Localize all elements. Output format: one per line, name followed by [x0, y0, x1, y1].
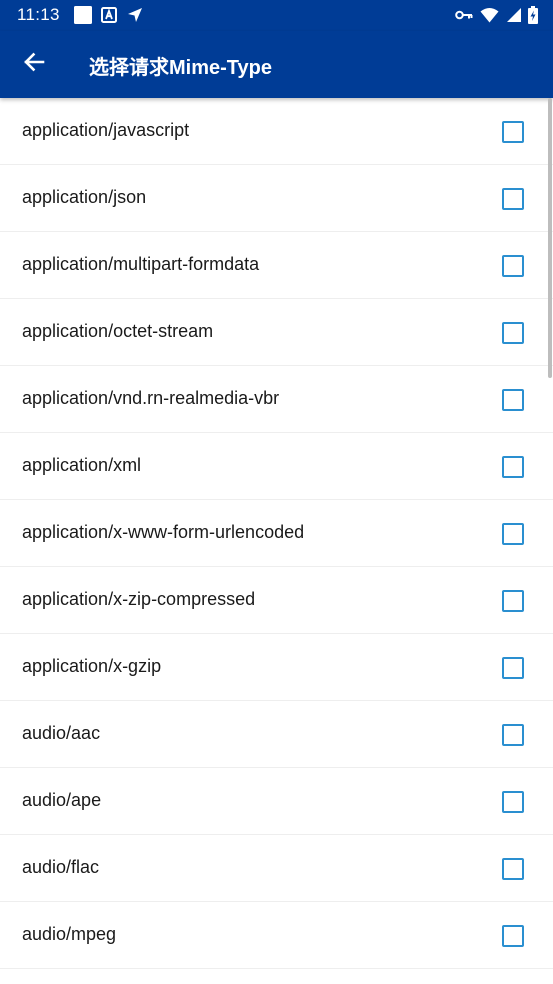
mime-type-checkbox[interactable]: [502, 121, 524, 143]
status-left-icons: [74, 6, 144, 29]
status-bar: 11:13: [0, 0, 553, 31]
list-item[interactable]: application/octet-stream: [0, 299, 553, 366]
mime-type-label: application/vnd.rn-realmedia-vbr: [22, 388, 280, 408]
list-item[interactable]: application/javascript: [0, 98, 553, 165]
mime-type-checkbox[interactable]: [502, 724, 524, 746]
mime-type-checkbox[interactable]: [502, 456, 524, 478]
mime-type-checkbox[interactable]: [502, 791, 524, 813]
mime-type-label: application/javascript: [22, 120, 190, 140]
mime-type-label: audio/flac: [22, 857, 100, 877]
mime-type-label: application/multipart-formdata: [22, 254, 260, 274]
status-time: 11:13: [17, 5, 60, 24]
mime-type-label: application/xml: [22, 455, 142, 475]
mime-type-label: application/x-gzip: [22, 656, 162, 676]
signal-icon: [506, 7, 521, 28]
arrow-left-icon: [23, 51, 45, 78]
font-a-icon: [101, 7, 117, 28]
wifi-icon: [480, 7, 499, 28]
list-item[interactable]: application/vnd.rn-realmedia-vbr: [0, 366, 553, 433]
mime-type-checkbox[interactable]: [502, 389, 524, 411]
mime-type-label: audio/mpeg: [22, 924, 117, 944]
scrollbar[interactable]: [548, 98, 552, 378]
back-button[interactable]: [16, 46, 52, 82]
mime-type-checkbox[interactable]: [502, 255, 524, 277]
mime-type-checkbox[interactable]: [502, 858, 524, 880]
list-item[interactable]: application/json: [0, 165, 553, 232]
mime-type-list: application/javascript application/json ap…: [0, 98, 553, 984]
list-item[interactable]: application/x-gzip: [0, 634, 553, 701]
list-item[interactable]: audio/aac: [0, 701, 553, 768]
list-item[interactable]: application/x-zip-compressed: [0, 567, 553, 634]
mime-type-label: application/x-zip-compressed: [22, 589, 256, 609]
location-arrow-icon: [126, 6, 144, 29]
list-item[interactable]: application/xml: [0, 433, 553, 500]
mime-type-checkbox[interactable]: [502, 590, 524, 612]
mime-type-checkbox[interactable]: [502, 657, 524, 679]
battery-charging-icon: [528, 6, 538, 29]
app-bar: 选择请求Mime-Type: [0, 31, 553, 98]
vpn-key-icon: [455, 8, 473, 27]
list-item[interactable]: audio/ape: [0, 768, 553, 835]
mime-type-checkbox[interactable]: [502, 188, 524, 210]
mime-type-checkbox[interactable]: [502, 322, 524, 344]
mime-type-label: audio/aac: [22, 723, 101, 743]
status-right-icons: [455, 6, 538, 29]
mime-type-label: audio/ape: [22, 790, 102, 810]
mime-type-label: application/x-www-form-urlencoded: [22, 522, 305, 542]
mime-type-label: application/json: [22, 187, 147, 207]
page-title: 选择请求Mime-Type: [89, 57, 272, 79]
screen: 11:13 选择请求Mime-Type application/javascri…: [0, 0, 553, 984]
list-item[interactable]: application/multipart-formdata: [0, 232, 553, 299]
mime-type-checkbox[interactable]: [502, 523, 524, 545]
list-item[interactable]: application/x-www-form-urlencoded: [0, 500, 553, 567]
list-item[interactable]: audio/mpeg: [0, 902, 553, 969]
mime-type-label: application/octet-stream: [22, 321, 214, 341]
mime-type-checkbox[interactable]: [502, 925, 524, 947]
list-item[interactable]: audio/flac: [0, 835, 553, 902]
square-notification-icon: [74, 6, 92, 29]
